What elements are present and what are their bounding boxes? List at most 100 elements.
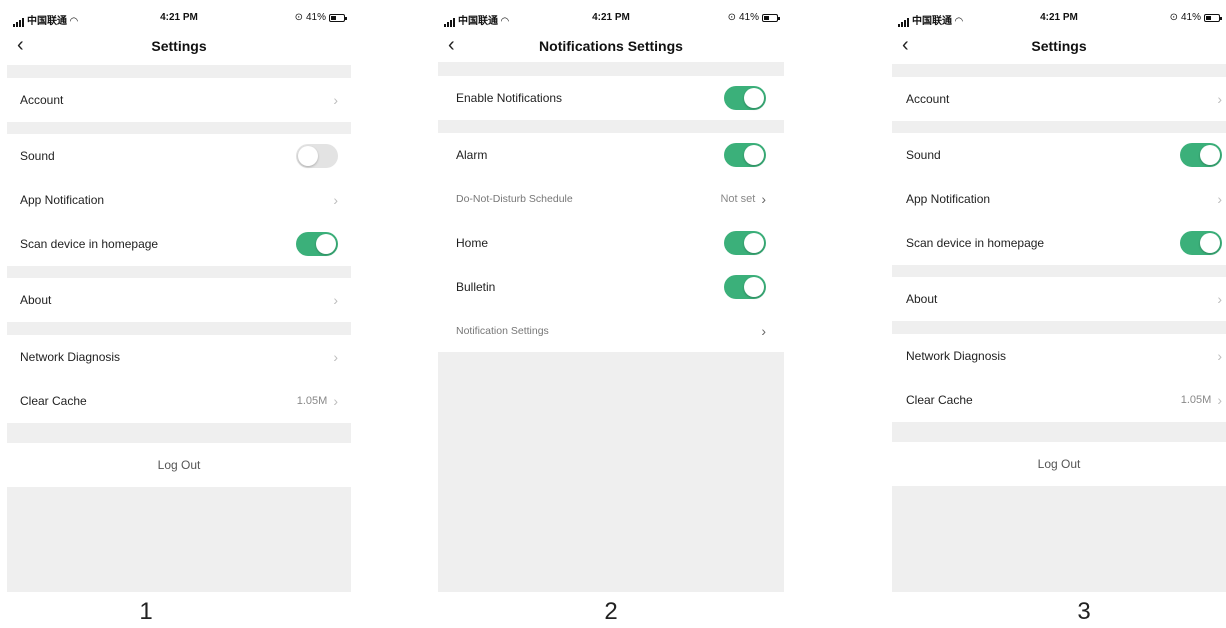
sound-label: Sound (906, 148, 941, 162)
clear-cache-row[interactable]: Clear Cache 1.05M › (892, 378, 1226, 422)
scan-device-toggle[interactable] (296, 232, 338, 256)
bulletin-row: Bulletin (438, 265, 784, 309)
about-row[interactable]: About › (892, 277, 1226, 321)
home-row: Home (438, 221, 784, 265)
app-notification-row[interactable]: App Notification › (892, 177, 1226, 221)
app-notification-label: App Notification (20, 193, 105, 207)
notification-settings-label: Notification Settings (456, 325, 549, 337)
network-diagnosis-row[interactable]: Network Diagnosis › (892, 334, 1226, 378)
chevron-right-icon: › (1217, 291, 1222, 307)
chevron-right-icon: › (1217, 348, 1222, 364)
home-toggle[interactable] (724, 231, 766, 255)
toggle-knob (316, 234, 336, 254)
home-label: Home (456, 236, 489, 250)
alarm-toggle[interactable] (724, 143, 766, 167)
clear-cache-label: Clear Cache (906, 393, 973, 407)
clear-cache-row[interactable]: Clear Cache 1.05M › (7, 379, 351, 423)
chevron-right-icon: › (333, 92, 338, 108)
dnd-value: Not set (720, 193, 756, 205)
toggle-knob (744, 233, 764, 253)
scan-device-label: Scan device in homepage (906, 236, 1045, 250)
section-divider (892, 64, 1226, 77)
location-icon: ⊙ (294, 12, 303, 23)
location-icon: ⊙ (1169, 12, 1178, 23)
nav-bar: ‹ Settings (892, 32, 1226, 62)
status-bar: 中国联通 ◠ 4:21 PM ⊙ 41% (892, 12, 1226, 28)
scan-device-row: Scan device in homepage (7, 222, 351, 266)
nav-bar: ‹ Settings (7, 32, 351, 62)
battery-icon (1204, 13, 1222, 22)
account-label: Account (906, 92, 950, 106)
sound-label: Sound (20, 149, 55, 163)
network-diagnosis-label: Network Diagnosis (906, 349, 1007, 363)
scan-device-label: Scan device in homepage (20, 237, 159, 251)
account-label: Account (20, 93, 64, 107)
app-notification-row[interactable]: App Notification › (7, 178, 351, 222)
account-row[interactable]: Account › (7, 78, 351, 122)
battery-percent: 41% (305, 12, 326, 23)
alarm-row: Alarm (438, 133, 784, 177)
about-label: About (20, 293, 52, 307)
status-bar: 中国联通 ◠ 4:21 PM ⊙ 41% (7, 12, 351, 28)
sound-toggle[interactable] (296, 144, 338, 168)
chevron-right-icon: › (1217, 91, 1222, 107)
location-icon: ⊙ (727, 12, 736, 23)
sound-row: Sound (892, 133, 1226, 177)
empty-area (7, 487, 351, 592)
section-divider (7, 423, 351, 443)
notification-settings-row[interactable]: Notification Settings › (438, 309, 784, 353)
section-divider (892, 422, 1226, 442)
network-diagnosis-row[interactable]: Network Diagnosis › (7, 335, 351, 379)
chevron-right-icon: › (1217, 392, 1222, 408)
screen-settings-1: 中国联通 ◠ 4:21 PM ⊙ 41% ‹ Settings Account … (7, 0, 351, 592)
chevron-right-icon: › (761, 191, 766, 207)
chevron-right-icon: › (1217, 191, 1222, 207)
screen-settings-3: 中国联通 ◠ 4:21 PM ⊙ 41% ‹ Settings Account … (892, 0, 1226, 592)
enable-notifications-toggle[interactable] (724, 86, 766, 110)
section-divider (892, 265, 1226, 277)
toggle-knob (1200, 233, 1220, 253)
caption-2: 2 (604, 598, 618, 625)
alarm-label: Alarm (456, 148, 488, 162)
caption-3: 3 (1077, 598, 1091, 625)
network-diagnosis-label: Network Diagnosis (20, 350, 121, 364)
about-row[interactable]: About › (7, 278, 351, 322)
caption-1: 1 (139, 598, 153, 625)
scan-device-row: Scan device in homepage (892, 221, 1226, 265)
status-bar: 中国联通 ◠ 4:21 PM ⊙ 41% (438, 12, 784, 28)
section-divider (7, 65, 351, 78)
nav-bar: ‹ Notifications Settings (438, 32, 784, 62)
section-divider (7, 266, 351, 278)
battery-percent: 41% (738, 12, 759, 23)
dnd-schedule-row[interactable]: Do-Not-Disturb Schedule Not set › (438, 177, 784, 221)
sound-toggle[interactable] (1180, 143, 1222, 167)
logout-button[interactable]: Log Out (892, 442, 1226, 486)
app-notification-label: App Notification (906, 192, 991, 206)
about-label: About (906, 292, 938, 306)
chevron-right-icon: › (333, 292, 338, 308)
cache-size-value: 1.05M (1180, 394, 1212, 406)
page-title: Settings (1031, 38, 1087, 54)
page-title: Settings (151, 38, 207, 54)
section-divider (7, 322, 351, 335)
section-divider (892, 121, 1226, 133)
account-row[interactable]: Account › (892, 77, 1226, 121)
sound-row: Sound (7, 134, 351, 178)
toggle-knob (744, 145, 764, 165)
chevron-right-icon: › (333, 192, 338, 208)
section-divider (438, 120, 784, 133)
clear-cache-label: Clear Cache (20, 394, 87, 408)
cache-size-value: 1.05M (296, 395, 328, 407)
logout-button[interactable]: Log Out (7, 443, 351, 487)
section-divider (438, 62, 784, 76)
section-divider (7, 122, 351, 134)
toggle-knob (1200, 145, 1220, 165)
toggle-knob (744, 88, 764, 108)
bulletin-toggle[interactable] (724, 275, 766, 299)
dnd-schedule-label: Do-Not-Disturb Schedule (456, 193, 573, 205)
chevron-right-icon: › (761, 323, 766, 339)
bulletin-label: Bulletin (456, 280, 496, 294)
scan-device-toggle[interactable] (1180, 231, 1222, 255)
battery-percent: 41% (1180, 12, 1201, 23)
section-divider (892, 321, 1226, 334)
